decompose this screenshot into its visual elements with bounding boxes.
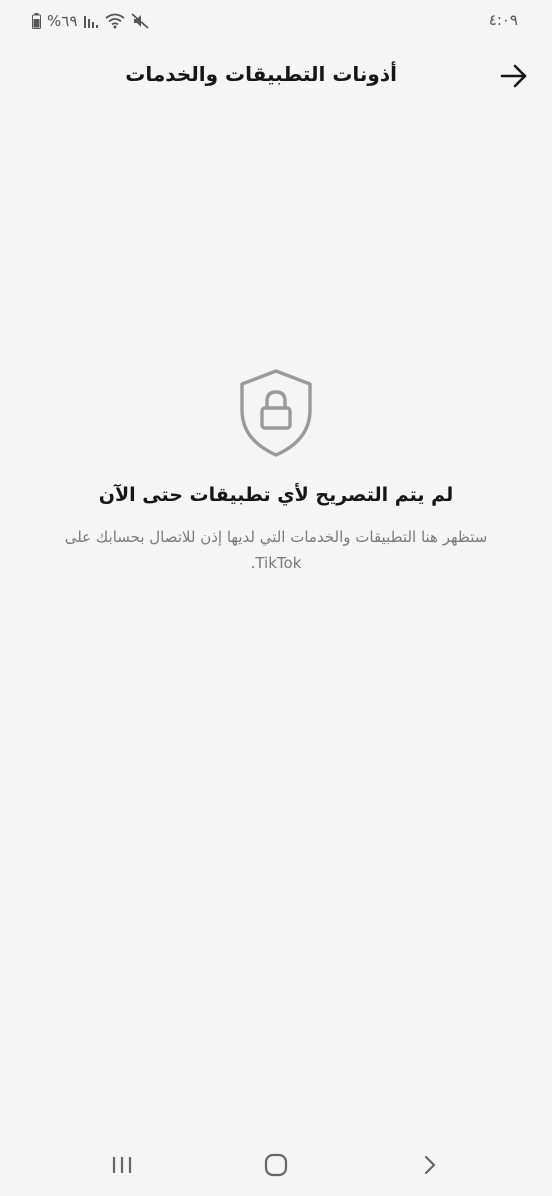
battery-percentage: %٦٩ [47,12,78,30]
app-screen: %٦٩ ٤:٠٩ أذونات التطبيقات والخدمات لم يت… [0,0,552,1196]
recent-apps-icon [112,1157,132,1173]
status-icons: %٦٩ [32,10,149,32]
page-title: أذونات التطبيقات والخدمات [125,62,397,86]
empty-state-title: لم يتم التصريح لأي تطبيقات حتى الآن [98,484,454,506]
home-button[interactable] [256,1150,296,1180]
navigation-bar [0,1132,552,1196]
recent-apps-button[interactable] [102,1150,142,1180]
shield-lock-icon [238,368,314,458]
back-nav-button[interactable] [410,1150,450,1180]
chevron-right-icon [424,1155,436,1175]
empty-state-description: ستظهر هنا التطبيقات والخدمات التي لديها … [64,528,488,572]
status-bar: %٦٩ ٤:٠٩ [0,0,552,42]
header: أذونات التطبيقات والخدمات [0,52,552,100]
arrow-right-icon [500,64,527,88]
wifi-icon [105,13,125,29]
home-icon [264,1153,288,1177]
mute-icon [131,13,149,29]
signal-icon [84,16,99,28]
battery-icon [32,13,41,29]
clock: ٤:٠٩ [488,11,518,29]
back-button[interactable] [496,60,532,92]
